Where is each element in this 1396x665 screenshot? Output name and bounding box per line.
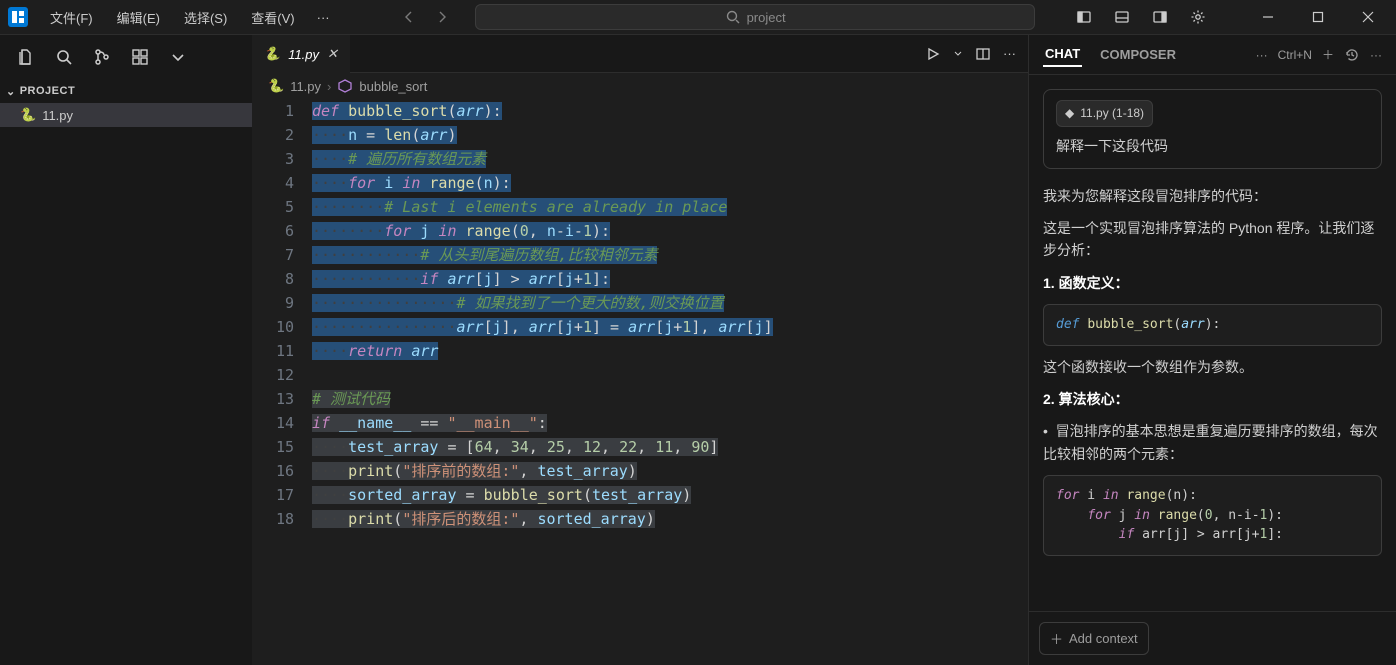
code-editor[interactable]: 123456789101112131415161718 def bubble_s…: [252, 99, 1028, 665]
menu-edit[interactable]: 编辑(E): [107, 4, 170, 31]
chat-tabs: CHAT COMPOSER ··· Ctrl+N ＋ ···: [1029, 35, 1396, 75]
menu-select[interactable]: 选择(S): [174, 4, 237, 31]
section-heading: 2. 算法核心：: [1043, 391, 1129, 407]
history-icon[interactable]: [1344, 47, 1360, 63]
chevron-right-icon: ›: [327, 79, 331, 94]
assistant-text: • 冒泡排序的基本思想是重复遍历要排序的数组，每次比较相邻的两个元素：: [1043, 420, 1382, 465]
new-chat-icon[interactable]: ＋: [1322, 46, 1334, 63]
file-label: 11.py: [42, 108, 73, 123]
breadcrumbs[interactable]: 🐍 11.py › bubble_sort: [252, 73, 1028, 99]
search-icon: [725, 9, 741, 25]
chat-body[interactable]: ◆ 11.py (1-18) 解释一下这段代码 我来为您解释这段冒泡排序的代码：…: [1029, 75, 1396, 611]
assistant-text: 这个函数接收一个数组作为参数。: [1043, 356, 1382, 378]
assistant-text: 这是一个实现冒泡排序算法的 Python 程序。让我们逐步分析：: [1043, 217, 1382, 262]
chat-input-area: ＋ Add context: [1029, 611, 1396, 665]
chat-panel: CHAT COMPOSER ··· Ctrl+N ＋ ··· ◆ 11.py (…: [1028, 35, 1396, 665]
run-icon[interactable]: [925, 46, 941, 62]
explorer-icon[interactable]: [10, 41, 42, 73]
code-content[interactable]: def bubble_sort(arr):····n = len(arr)···…: [312, 99, 1028, 665]
split-editor-icon[interactable]: [975, 46, 991, 62]
settings-gear-icon[interactable]: [1184, 3, 1212, 31]
code-block: for i in range(n): for j in range(0, n-i…: [1043, 475, 1382, 556]
tab-composer[interactable]: COMPOSER: [1098, 43, 1178, 66]
symbol-icon: [337, 78, 353, 94]
tab-chat[interactable]: CHAT: [1043, 42, 1082, 67]
project-name: PROJECT: [20, 85, 75, 97]
context-chip[interactable]: ◆ 11.py (1-18): [1056, 100, 1153, 127]
file-icon: ◆: [1065, 104, 1074, 123]
nav-back-icon[interactable]: [396, 3, 424, 31]
run-dropdown-icon[interactable]: [953, 49, 963, 59]
sidebar: ⌄ PROJECT 🐍 11.py: [0, 35, 252, 665]
title-bar: 文件(F) 编辑(E) 选择(S) 查看(V) ··· project: [0, 0, 1396, 35]
menu-file[interactable]: 文件(F): [40, 4, 103, 31]
editor-area: 🐍 11.py ✕ ··· 🐍 11.py › bubble_sort 1234…: [252, 35, 1028, 665]
search-panel-icon[interactable]: [48, 41, 80, 73]
close-icon[interactable]: ✕: [327, 46, 338, 62]
source-control-icon[interactable]: [86, 41, 118, 73]
assistant-text: 我来为您解释这段冒泡排序的代码：: [1043, 185, 1382, 207]
menu-more[interactable]: ···: [309, 6, 338, 29]
plus-icon: ＋: [1050, 629, 1063, 648]
editor-tab[interactable]: 🐍 11.py ✕: [252, 35, 350, 73]
sidebar-header[interactable]: ⌄ PROJECT: [0, 79, 252, 103]
chevron-down-icon[interactable]: [162, 41, 194, 73]
tab-bar: 🐍 11.py ✕ ···: [252, 35, 1028, 73]
layout-bottom-icon[interactable]: [1108, 3, 1136, 31]
section-heading: 1. 函数定义：: [1043, 275, 1129, 291]
more-actions-icon[interactable]: ···: [1003, 46, 1016, 61]
file-tree-item[interactable]: 🐍 11.py: [0, 103, 252, 127]
python-file-icon: 🐍: [268, 78, 284, 94]
app-logo: [8, 7, 28, 27]
python-file-icon: 🐍: [264, 46, 280, 62]
line-gutter: 123456789101112131415161718: [252, 99, 312, 665]
breadcrumb-symbol[interactable]: bubble_sort: [359, 79, 427, 94]
menu-view[interactable]: 查看(V): [241, 4, 304, 31]
window-close-icon[interactable]: [1348, 2, 1388, 32]
sidebar-top-icons: [0, 35, 252, 79]
layout-left-icon[interactable]: [1070, 3, 1098, 31]
code-block: def bubble_sort(arr):: [1043, 304, 1382, 346]
user-message: ◆ 11.py (1-18) 解释一下这段代码: [1043, 89, 1382, 169]
breadcrumb-file[interactable]: 11.py: [290, 79, 321, 94]
window-minimize-icon[interactable]: [1248, 2, 1288, 32]
more-icon[interactable]: ···: [1370, 48, 1382, 62]
user-text: 解释一下这段代码: [1056, 135, 1369, 157]
more-icon[interactable]: ···: [1256, 48, 1268, 62]
shortcut-label: Ctrl+N: [1278, 48, 1312, 62]
layout-right-icon[interactable]: [1146, 3, 1174, 31]
extensions-icon[interactable]: [124, 41, 156, 73]
window-maximize-icon[interactable]: [1298, 2, 1338, 32]
search-placeholder: project: [747, 10, 786, 25]
command-center[interactable]: project: [475, 4, 1035, 30]
nav-forward-icon[interactable]: [428, 3, 456, 31]
python-file-icon: 🐍: [20, 107, 36, 123]
chevron-down-icon: ⌄: [6, 85, 16, 98]
add-context-button[interactable]: ＋ Add context: [1039, 622, 1149, 655]
tab-label: 11.py: [288, 47, 319, 62]
